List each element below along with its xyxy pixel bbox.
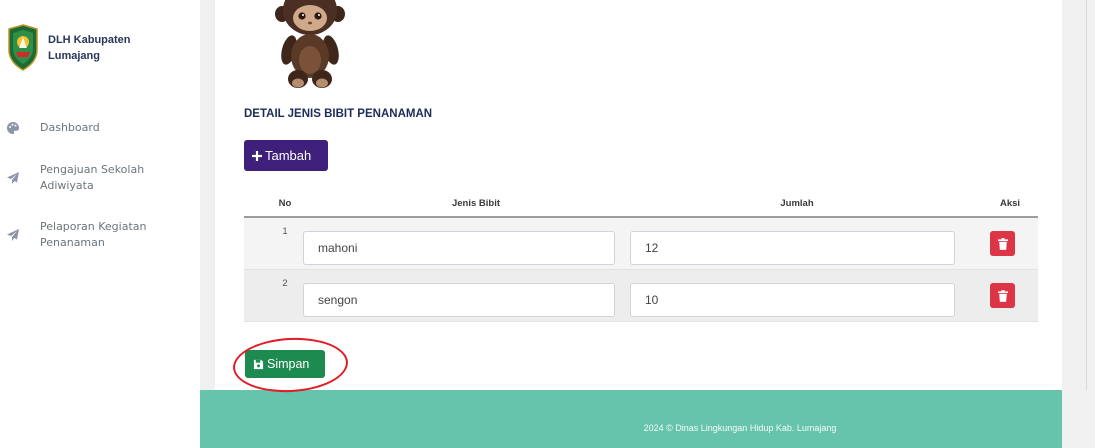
column-header-jenis-bibit: Jenis Bibit [451, 198, 501, 209]
sidebar-item-pelaporan-kegiatan[interactable]: Pelaporan Kegiatan Penanaman [0, 215, 200, 253]
trash-icon [997, 289, 1008, 302]
row-number: 2 [282, 278, 288, 289]
save-icon [253, 359, 264, 369]
add-button[interactable]: Tambah [244, 140, 328, 171]
paper-plane-icon [7, 229, 19, 241]
jumlah-input[interactable] [630, 283, 955, 317]
delete-row-button[interactable] [990, 283, 1015, 308]
column-header-no: No [278, 198, 292, 209]
footer-copyright: 2024 © Dinas Lingkungan Hidup Kab. Lumaj… [643, 423, 837, 433]
table-row: 1 [244, 218, 1038, 270]
trash-icon [997, 237, 1008, 250]
sidebar-item-label: Pelaporan Kegiatan Penanaman [40, 220, 147, 249]
brand-link[interactable]: DLH Kabupaten Lumajang [0, 20, 200, 76]
page-title: DETAIL JENIS BIBIT PENANAMAN [244, 108, 433, 120]
table-header: No Jenis Bibit Jumlah Aksi [244, 193, 1038, 218]
sidebar-item-label: Dashboard [40, 121, 100, 134]
delete-row-button[interactable] [990, 231, 1015, 256]
footer: 2024 © Dinas Lingkungan Hidup Kab. Lumaj… [200, 390, 1062, 448]
sidebar: DLH Kabupaten Lumajang Dashboard Pengaju… [0, 0, 200, 448]
sidebar-item-label: Pengajuan Sekolah Adiwiyata [40, 163, 145, 192]
sidebar-item-dashboard[interactable]: Dashboard [0, 115, 200, 141]
save-button-label: Simpan [267, 357, 310, 371]
column-header-aksi: Aksi [999, 198, 1021, 209]
table-row: 2 [244, 270, 1038, 322]
add-button-label: Tambah [265, 148, 312, 163]
brand-name: DLH Kabupaten Lumajang [48, 34, 131, 62]
column-header-jumlah: Jumlah [780, 198, 814, 209]
regency-emblem-icon [8, 24, 38, 71]
sidebar-item-pengajuan-sekolah[interactable]: Pengajuan Sekolah Adiwiyata [0, 158, 200, 196]
scrollbar-track [1086, 0, 1087, 390]
content-card: DETAIL JENIS BIBIT PENANAMAN Tambah No J… [215, 0, 1062, 390]
palette-icon [7, 121, 20, 134]
paper-plane-icon [7, 172, 19, 184]
jenis-bibit-input[interactable] [303, 283, 615, 317]
jenis-bibit-input[interactable] [303, 231, 615, 265]
jumlah-input[interactable] [630, 231, 955, 265]
row-number: 1 [282, 226, 288, 237]
bibit-table: No Jenis Bibit Jumlah Aksi 1 2 [244, 193, 1038, 322]
plush-monkey-image [275, 0, 345, 88]
plus-icon [252, 150, 262, 161]
save-button[interactable]: Simpan [245, 350, 325, 378]
